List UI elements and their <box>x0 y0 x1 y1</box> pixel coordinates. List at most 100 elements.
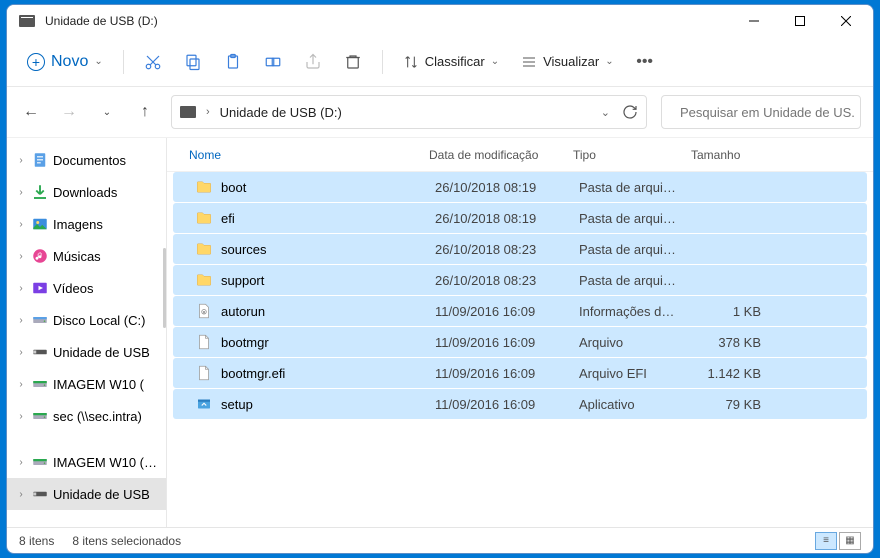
sidebar-item[interactable]: ›Vídeos <box>7 272 166 304</box>
file-row[interactable]: boot26/10/2018 08:19Pasta de arquivos <box>173 172 867 202</box>
rename-button[interactable] <box>254 44 292 80</box>
scrollbar[interactable] <box>163 248 166 328</box>
content: › Documentos › Downloads ›Imagens›Músicas›Ví… <box>7 137 873 527</box>
back-button[interactable]: ← <box>19 100 43 124</box>
explorer-window: Unidade de USB (D:) + Novo ⌄ Classificar… <box>6 4 874 554</box>
view-label: Visualizar <box>543 54 599 69</box>
sidebar-item-label: Disco Local (C:) <box>53 313 145 328</box>
sidebar-item-label: Unidade de USB <box>53 345 150 360</box>
new-button[interactable]: + Novo ⌄ <box>17 47 113 77</box>
sidebar-item[interactable]: › sec (\\sec.intra) <box>7 400 166 432</box>
netdisk-icon <box>31 453 49 471</box>
chevron-right-icon: › <box>15 347 27 358</box>
delete-button[interactable] <box>334 44 372 80</box>
sidebar-item[interactable]: › IMAGEM W10 (E:) <box>7 446 166 478</box>
chevron-right-icon: › <box>15 155 27 166</box>
file-type: Arquivo EFI <box>571 366 689 381</box>
sidebar-item-label: Documentos <box>53 153 126 168</box>
file-name: setup <box>221 397 253 412</box>
view-button[interactable]: Visualizar ⌄ <box>511 48 624 76</box>
close-button[interactable] <box>823 5 869 37</box>
sort-label: Classificar <box>425 54 485 69</box>
drive-icon <box>19 15 35 27</box>
maximize-button[interactable] <box>777 5 823 37</box>
forward-button[interactable]: → <box>57 100 81 124</box>
refresh-icon[interactable] <box>622 104 638 120</box>
sidebar: › Documentos › Downloads ›Imagens›Músicas›Ví… <box>7 138 167 527</box>
folder-icon <box>195 209 213 227</box>
chevron-down-icon[interactable]: ⌄ <box>601 106 610 119</box>
recent-button[interactable]: ⌄ <box>95 100 119 124</box>
sidebar-item-label: IMAGEM W10 (E:) <box>53 455 160 470</box>
view-icon <box>521 54 537 70</box>
file-date: 26/10/2018 08:19 <box>427 211 571 226</box>
details-view-button[interactable]: ≡ <box>815 532 837 550</box>
file-row[interactable]: bootmgr11/09/2016 16:09Arquivo378 KB <box>173 327 867 357</box>
file-type: Pasta de arquivos <box>571 273 689 288</box>
sidebar-item[interactable]: ›IMAGEM W10 ( <box>7 368 166 400</box>
copy-button[interactable] <box>174 44 212 80</box>
chevron-right-icon: › <box>15 187 27 198</box>
folder-icon <box>195 240 213 258</box>
sidebar-item[interactable]: ›Músicas <box>7 240 166 272</box>
sidebar-item[interactable]: ›Imagens <box>7 208 166 240</box>
file-size: 79 KB <box>689 397 769 412</box>
drive-icon <box>180 106 196 118</box>
img-icon <box>31 215 49 233</box>
app-icon <box>195 395 213 413</box>
share-button[interactable] <box>294 44 332 80</box>
paste-button[interactable] <box>214 44 252 80</box>
search-input[interactable] <box>680 105 856 120</box>
file-name: bootmgr <box>221 335 269 350</box>
file-name: autorun <box>221 304 265 319</box>
cut-button[interactable] <box>134 44 172 80</box>
file-row[interactable]: autorun11/09/2016 16:09Informações de C.… <box>173 296 867 326</box>
sort-button[interactable]: Classificar ⌄ <box>393 48 509 76</box>
file-list: Nome Data de modificação Tipo Tamanho bo… <box>167 138 873 527</box>
more-button[interactable]: ••• <box>626 44 664 80</box>
folder-icon <box>195 271 213 289</box>
sidebar-item[interactable]: ›Disco Local (C:) <box>7 304 166 336</box>
minimize-button[interactable] <box>731 5 777 37</box>
navbar: ← → ⌄ ↑ › Unidade de USB (D:) ⌄ <box>7 87 873 137</box>
chevron-right-icon: › <box>15 411 27 422</box>
file-type: Aplicativo <box>571 397 689 412</box>
file-date: 11/09/2016 16:09 <box>427 397 571 412</box>
sidebar-item[interactable]: › Downloads <box>7 176 166 208</box>
column-date[interactable]: Data de modificação <box>421 148 565 162</box>
doc-icon <box>31 151 49 169</box>
plus-icon: + <box>27 53 45 71</box>
file-row[interactable]: efi26/10/2018 08:19Pasta de arquivos <box>173 203 867 233</box>
file-name: bootmgr.efi <box>221 366 285 381</box>
new-label: Novo <box>51 53 88 71</box>
sidebar-item[interactable]: › Documentos <box>7 144 166 176</box>
thumbnails-view-button[interactable]: ▦ <box>839 532 861 550</box>
chevron-right-icon: › <box>15 489 27 500</box>
chevron-down-icon: ⌄ <box>94 56 102 67</box>
up-button[interactable]: ↑ <box>133 100 157 124</box>
column-size[interactable]: Tamanho <box>683 148 763 162</box>
selected-count: 8 itens selecionados <box>72 534 181 548</box>
address-bar[interactable]: › Unidade de USB (D:) ⌄ <box>171 95 647 129</box>
column-type[interactable]: Tipo <box>565 148 683 162</box>
file-date: 11/09/2016 16:09 <box>427 335 571 350</box>
column-name[interactable]: Nome <box>181 148 421 162</box>
chevron-down-icon: ⌄ <box>491 56 499 67</box>
titlebar: Unidade de USB (D:) <box>7 5 873 37</box>
sidebar-item[interactable]: ›Unidade de USB <box>7 478 166 510</box>
file-row[interactable]: bootmgr.efi11/09/2016 16:09Arquivo EFI1.… <box>173 358 867 388</box>
search-bar[interactable] <box>661 95 861 129</box>
file-row[interactable]: support26/10/2018 08:23Pasta de arquivos <box>173 265 867 295</box>
file-row[interactable]: sources26/10/2018 08:23Pasta de arquivos <box>173 234 867 264</box>
sidebar-item-label: sec (\\sec.intra) <box>53 409 142 424</box>
disk-icon <box>31 311 49 329</box>
file-row[interactable]: setup 11/09/2016 16:09Aplicativo79 KB <box>173 389 867 419</box>
sidebar-item[interactable]: › Unidade de USB <box>7 336 166 368</box>
chevron-right-icon: › <box>15 457 27 468</box>
file-name: support <box>221 273 264 288</box>
file-date: 11/09/2016 16:09 <box>427 366 571 381</box>
file-icon <box>195 364 213 382</box>
sidebar-item-label: Downloads <box>53 185 117 200</box>
separator <box>382 50 383 74</box>
file-name: efi <box>221 211 235 226</box>
